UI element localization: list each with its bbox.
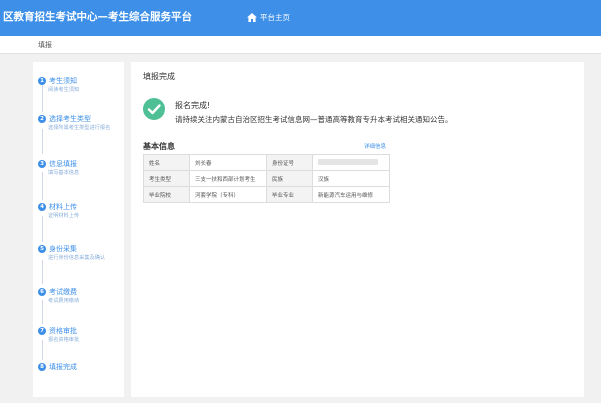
step-connector	[41, 172, 43, 200]
step-number-badge: 1	[38, 77, 46, 85]
step-connector	[41, 216, 43, 242]
breadcrumb-bar: 填报	[0, 36, 601, 54]
step-number-badge: 3	[38, 160, 46, 168]
step-number-badge: 2	[38, 115, 46, 123]
step-label: 身份采集	[49, 245, 77, 253]
step-label: 考试缴费	[49, 288, 77, 296]
name-label: 姓名	[143, 154, 190, 171]
step-connector	[41, 260, 43, 284]
step-sidebar: 1 考生须知 阅读考生须知 2 选择考生类型 选择所属考生类型进行报名 3 信息…	[33, 62, 124, 397]
step-description: 证明材料上传	[48, 213, 80, 219]
step-number-badge: 8	[38, 363, 46, 371]
step-description: 填写基本信息	[48, 170, 80, 176]
basic-info-table: 姓名 刘长春 身份证号 考生类型 三支一扶和西部计划考生 民族 汉族 毕业院校 …	[143, 154, 390, 203]
id-number-label: 身份证号	[266, 154, 313, 171]
success-title: 报名完成!	[175, 101, 211, 110]
step-label: 信息填报	[49, 160, 77, 168]
step-description: 进行身份信息采集及确认	[48, 255, 106, 261]
page-title: 填报完成	[143, 72, 175, 81]
school-value: 河套学院（专科）	[189, 186, 267, 203]
top-header: 区教育招生考试中心—考生综合服务平台 平台主页	[0, 0, 601, 36]
step-label: 填报完成	[49, 363, 77, 371]
table-row: 考生类型 三支一扶和西部计划考生 民族 汉族	[143, 170, 390, 187]
candidate-type-label: 考生类型	[143, 170, 190, 187]
check-circle-icon	[143, 98, 165, 120]
platform-title: 区教育招生考试中心—考生综合服务平台	[3, 11, 192, 23]
id-number-value	[312, 154, 390, 171]
step-connector	[41, 82, 43, 112]
step-connector	[41, 300, 43, 324]
detail-info-link[interactable]: 详细信息	[364, 142, 386, 150]
name-value: 刘长春	[189, 154, 267, 171]
breadcrumb: 填报	[38, 41, 52, 49]
basic-info-heading: 基本信息	[143, 142, 175, 151]
step-description: 阅读考生须知	[48, 87, 80, 93]
major-value: 新能源汽车运用与维修	[312, 186, 390, 203]
candidate-type-value: 三支一扶和西部计划考生	[189, 170, 267, 187]
step-description: 报名资格审批	[48, 337, 80, 343]
home-nav-link[interactable]: 平台主页	[247, 12, 290, 23]
step-label: 资格审批	[49, 327, 77, 335]
success-message: 请持续关注内蒙古自治区招生考试信息网—普通高等教育专升本考试相关通知公告。	[175, 115, 453, 124]
step-number-badge: 6	[38, 288, 46, 296]
step-number-badge: 5	[38, 245, 46, 253]
step-description: 考试费用缴纳	[48, 298, 80, 304]
step-number-badge: 4	[38, 203, 46, 211]
table-row: 毕业院校 河套学院（专科） 毕业专业 新能源汽车运用与维修	[143, 186, 390, 203]
home-nav-label: 平台主页	[260, 13, 290, 22]
masked-id-number	[318, 159, 378, 166]
main-panel: 填报完成 报名完成! 请持续关注内蒙古自治区招生考试信息网—普通高等教育专升本考…	[131, 62, 584, 397]
step-description: 选择所属考生类型进行报名	[48, 125, 111, 131]
step-label: 考生须知	[49, 77, 77, 85]
step-connector	[41, 129, 43, 154]
ethnicity-label: 民族	[266, 170, 313, 187]
home-icon	[247, 13, 257, 22]
step-connector	[41, 340, 43, 360]
major-label: 毕业专业	[266, 186, 313, 203]
step-number-badge: 7	[38, 327, 46, 335]
step-label: 选择考生类型	[49, 115, 91, 123]
step-label: 材料上传	[49, 203, 77, 211]
school-label: 毕业院校	[143, 186, 190, 203]
ethnicity-value: 汉族	[312, 170, 390, 187]
table-row: 姓名 刘长春 身份证号	[143, 154, 390, 171]
